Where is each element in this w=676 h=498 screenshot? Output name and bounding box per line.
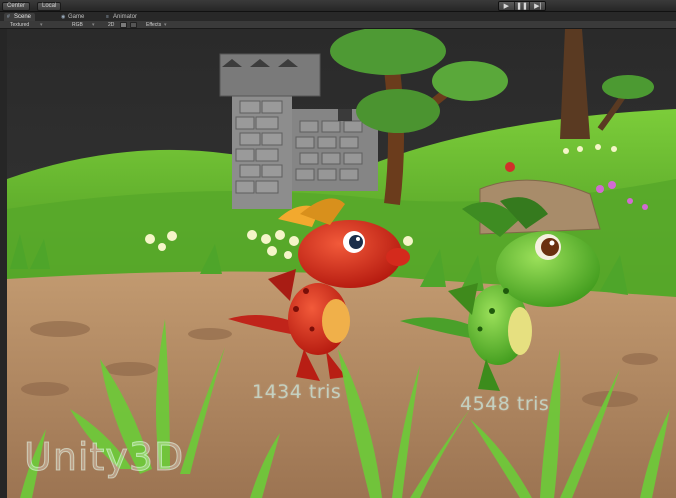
animator-icon: ≡ xyxy=(106,13,109,20)
audio-toggle-button[interactable] xyxy=(130,22,137,28)
mode-2d-toggle[interactable]: 2D xyxy=(108,21,114,29)
tab-scene[interactable]: # Scene xyxy=(4,13,36,21)
red-dragon-tris-label: 1434 tris xyxy=(252,381,342,403)
pause-button[interactable]: ❚❚ xyxy=(514,2,531,10)
tab-game-label: Game xyxy=(68,14,85,20)
dropdown-arrow-icon: ▾ xyxy=(164,22,167,28)
play-icon: ▶ xyxy=(503,3,510,10)
effects-dropdown[interactable]: Effects xyxy=(146,21,161,29)
tab-scene-label: Scene xyxy=(14,14,32,20)
scene-render xyxy=(0,29,676,498)
editor-toolbar: Center Local ▶ ❚❚ ▶| xyxy=(0,0,676,12)
render-mode-dropdown[interactable]: RGB xyxy=(72,21,83,29)
pause-icon: ❚❚ xyxy=(516,3,528,10)
unity3d-watermark: Unity3D xyxy=(23,435,185,480)
tab-animator-label: Animator xyxy=(113,14,138,20)
pivot-toggle-button[interactable]: Center xyxy=(2,2,31,11)
tab-game[interactable]: ◉ Game xyxy=(58,13,88,21)
space-label: Local xyxy=(42,3,57,9)
pivot-label: Center xyxy=(7,3,26,9)
draw-mode-dropdown[interactable]: Textured xyxy=(10,21,29,29)
step-icon: ▶| xyxy=(534,3,542,10)
scene-controls-bar: Textured ▾ RGB ▾ 2D Effects ▾ xyxy=(0,21,676,29)
scene-icon: # xyxy=(7,13,10,20)
dropdown-arrow-icon: ▾ xyxy=(40,22,43,28)
game-icon: ◉ xyxy=(61,13,66,20)
view-tab-bar: # Scene ◉ Game ≡ Animator xyxy=(0,12,676,21)
scene-viewport[interactable]: 1434 tris 4548 tris Unity3D xyxy=(0,29,676,498)
space-toggle-button[interactable]: Local xyxy=(37,2,62,11)
dropdown-arrow-icon: ▾ xyxy=(92,22,95,28)
playback-controls: ▶ ❚❚ ▶| xyxy=(498,1,546,11)
step-button[interactable]: ▶| xyxy=(530,2,545,10)
tab-animator[interactable]: ≡ Animator xyxy=(103,13,141,21)
green-dragon-tris-label: 4548 tris xyxy=(460,393,550,415)
play-button[interactable]: ▶ xyxy=(499,2,515,10)
lighting-toggle-button[interactable] xyxy=(120,22,127,28)
